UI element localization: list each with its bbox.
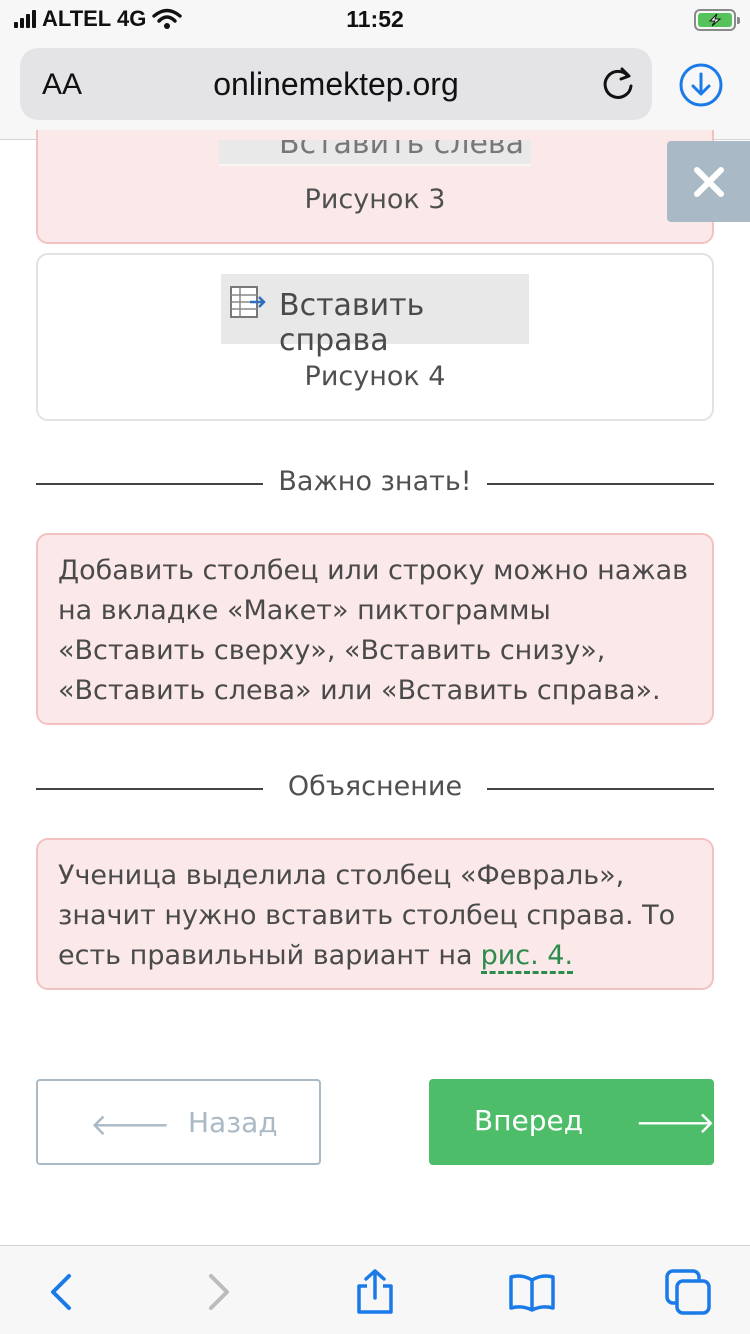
important-note: Добавить столбец или строку можно нажав … [36, 533, 714, 725]
important-divider: Важно знать! [36, 464, 714, 504]
reload-icon[interactable] [598, 64, 638, 104]
divider-line-right [487, 483, 714, 485]
important-text: Добавить столбец или строку можно нажав … [58, 555, 689, 706]
back-nav-icon[interactable] [38, 1268, 86, 1316]
close-icon [693, 166, 724, 197]
figure-4-image: Вставить справа [221, 274, 529, 358]
status-bar: ALTEL 4G 11:52 [0, 0, 750, 40]
browser-toolbar: AA onlinemektep.org [0, 40, 750, 140]
address-bar[interactable]: AA onlinemektep.org [20, 48, 652, 120]
explanation-heading: Объяснение [287, 771, 463, 802]
forward-nav-icon[interactable] [194, 1268, 242, 1316]
bottom-toolbar [0, 1245, 750, 1334]
explanation-note: Ученица выделила столбец «Февраль», знач… [36, 838, 714, 990]
figure-3-label: Рисунок 3 [304, 184, 446, 215]
back-button[interactable]: 🡐 Назад [36, 1079, 321, 1165]
arrow-right-icon: 🡒 [635, 1106, 716, 1141]
back-label: Назад [188, 1106, 278, 1139]
next-label: Вперед [474, 1104, 584, 1137]
figure-link[interactable]: рис. 4. [480, 940, 574, 974]
explanation-text: Ученица выделила столбец «Февраль», знач… [58, 860, 676, 971]
share-icon[interactable] [351, 1268, 399, 1316]
close-button[interactable] [667, 141, 750, 222]
next-button[interactable]: Вперед 🡒 [429, 1079, 716, 1165]
arrow-left-icon: 🡐 [90, 1108, 171, 1143]
figure-4-label: Рисунок 4 [304, 361, 446, 392]
clock: 11:52 [346, 6, 404, 32]
url-text[interactable]: onlinemektep.org [20, 66, 652, 103]
download-icon[interactable] [678, 62, 724, 108]
important-heading: Важно знать! [278, 466, 472, 497]
figure-3-image: Вставить слева [219, 140, 531, 166]
figure-4-image-text: Вставить справа [279, 288, 425, 358]
insert-right-icon [230, 286, 266, 318]
battery-icon [694, 9, 740, 31]
explanation-divider: Объяснение [36, 769, 714, 809]
divider-line-right [487, 788, 714, 790]
figure-3-image-text: Вставить слева [279, 140, 524, 161]
tabs-icon[interactable] [664, 1268, 712, 1316]
bookmarks-icon[interactable] [508, 1268, 556, 1316]
